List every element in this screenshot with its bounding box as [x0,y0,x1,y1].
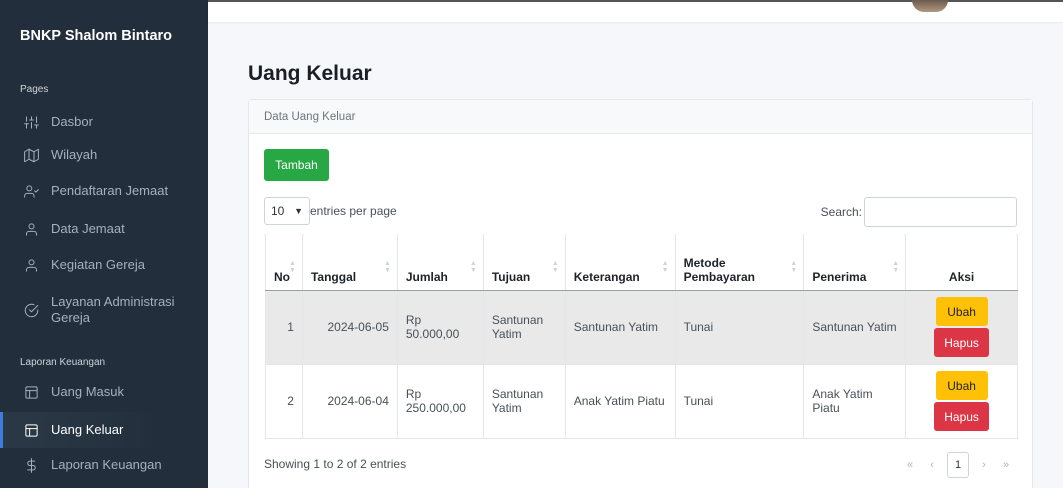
table-row: 1 2024-06-05 Rp 50.000,00 Santunan Yatim… [265,290,1018,365]
sidebar-item-uang-masuk[interactable]: Uang Masuk [0,374,208,410]
sort-icon: ▲ ▼ [661,260,669,274]
user-icon [22,220,40,238]
user-check-icon [22,182,40,200]
edit-button[interactable]: Ubah [935,297,988,326]
table-icon [22,421,40,439]
header-metode[interactable]: Metode Pembayaran ▲ ▼ [675,234,805,291]
header-tanggal[interactable]: Tanggal ▲ ▼ [302,234,398,291]
delete-button[interactable]: Hapus [934,328,990,357]
sidebar-item-label: Uang Masuk [51,384,124,399]
cell-aksi: Ubah Hapus [905,290,1018,365]
cell-aksi: Ubah Hapus [905,364,1018,439]
header-penerima[interactable]: Penerima ▲ ▼ [803,234,907,291]
prev-page-button[interactable]: ‹ [921,459,943,471]
table-icon [22,383,40,401]
cell-keterangan: Santunan Yatim [565,290,676,365]
sidebar-item-laporan-keuangan[interactable]: Laporan Keuangan [0,447,208,483]
cell-jumlah: Rp 50.000,00 [397,290,484,365]
cell-metode: Tunai [675,290,805,365]
page-1-button[interactable]: 1 [947,452,969,478]
table-header-row: No ▲ ▼ Tanggal ▲ ▼ Jumlah ▲ ▼ Tujuan ▲ ▼ Keteran… [265,234,1018,291]
cell-tanggal: 2024-06-04 [302,364,398,439]
sidebar-item-label: Data Jemaat [51,221,125,236]
section-laporan-heading: Laporan Keuangan [20,357,106,368]
cell-tanggal: 2024-06-05 [302,290,398,365]
sidebar: BNKP Shalom Bintaro Pages Dasbor Wilayah… [0,0,208,488]
cell-jumlah: Rp 250.000,00 [397,364,484,439]
header-no[interactable]: No ▲ ▼ [265,234,303,291]
entries-select[interactable]: 10 ▼ [264,197,310,225]
pagination: « ‹ 1 › » [899,452,1017,478]
table-info: Showing 1 to 2 of 2 entries [264,457,407,471]
cell-tujuan: Santunan Yatim [483,364,566,439]
sidebar-item-kegiatan-gereja[interactable]: Kegiatan Gereja [0,247,208,283]
header-tujuan[interactable]: Tujuan ▲ ▼ [483,234,566,291]
sidebar-item-wilayah[interactable]: Wilayah [0,137,208,173]
data-table: No ▲ ▼ Tanggal ▲ ▼ Jumlah ▲ ▼ Tujuan ▲ ▼ Keteran… [265,234,1018,439]
next-page-button[interactable]: › [973,459,995,471]
sidebar-item-label: Laporan Keuangan [51,457,162,472]
map-icon [22,146,40,164]
sort-icon: ▲ ▼ [289,260,296,274]
cell-keterangan: Anak Yatim Piatu [565,364,676,439]
cell-penerima: Anak Yatim Piatu [803,364,907,439]
header-aksi: Aksi [905,234,1018,291]
cell-tujuan: Santunan Yatim [483,290,566,365]
section-pages-heading: Pages [20,84,49,95]
sidebar-item-label: Layanan Administrasi Gereja [51,294,175,325]
add-button[interactable]: Tambah [264,149,329,181]
user-icon [22,256,40,274]
cell-penerima: Santunan Yatim [803,290,907,365]
brand-title[interactable]: BNKP Shalom Bintaro [20,28,172,44]
sidebar-item-pendaftaran-jemaat[interactable]: Pendaftaran Jemaat [0,173,208,209]
entries-per-page: 10 ▼ entries per page [264,197,397,225]
header-keterangan[interactable]: Keterangan ▲ ▼ [565,234,676,291]
cell-no: 1 [265,290,303,365]
sliders-icon [22,113,40,131]
check-circle-icon [22,301,40,319]
sidebar-item-label: Pendaftaran Jemaat [51,183,169,198]
sidebar-item-label: Kegiatan Gereja [51,257,145,272]
search-label: Search: [820,205,862,219]
entries-value: 10 [271,204,285,218]
sidebar-item-data-jemaat[interactable]: Data Jemaat [0,211,208,247]
cell-metode: Tunai [675,364,805,439]
search-input[interactable] [864,197,1017,227]
sort-icon: ▲ ▼ [469,260,477,274]
first-page-button[interactable]: « [899,459,921,471]
card-title: Data Uang Keluar [249,100,1032,134]
sidebar-item-label: Uang Keluar [51,422,124,437]
chevron-down-icon: ▼ [294,206,303,216]
search-box: Search: [821,197,1017,227]
data-card: Data Uang Keluar Tambah 10 ▼ entries per… [248,99,1033,488]
sort-icon: ▲ ▼ [892,260,900,274]
page-title: Uang Keluar [248,62,372,85]
sidebar-item-label: Dasbor [51,114,93,129]
sidebar-item-uang-keluar[interactable]: Uang Keluar [0,412,180,448]
sidebar-item-layanan-administrasi[interactable]: Layanan Administrasi Gereja [0,290,190,330]
header-jumlah[interactable]: Jumlah ▲ ▼ [397,234,484,291]
sidebar-item-dasbor[interactable]: Dasbor [0,104,208,140]
entries-label: entries per page [310,204,397,218]
sort-icon: ▲ ▼ [383,260,391,274]
sort-icon: ▲ ▼ [790,260,798,274]
sort-icon: ▲ ▼ [551,260,559,274]
edit-button[interactable]: Ubah [935,371,988,400]
last-page-button[interactable]: » [995,459,1017,471]
dollar-icon [22,456,40,474]
cell-no: 2 [265,364,303,439]
sidebar-item-label: Wilayah [51,147,98,162]
table-row: 2 2024-06-04 Rp 250.000,00 Santunan Yati… [265,364,1018,439]
delete-button[interactable]: Hapus [934,402,990,431]
